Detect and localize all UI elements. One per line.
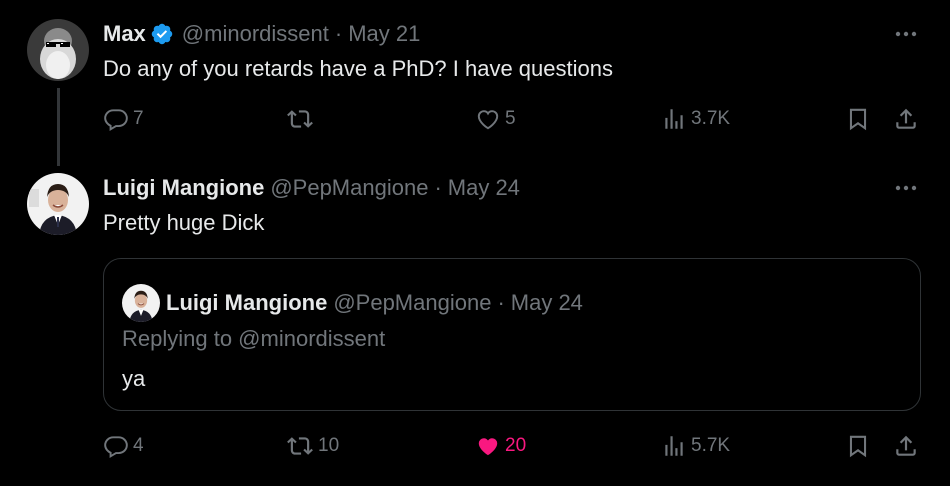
quoted-tweet[interactable]: Luigi Mangione @PepMangione · May 24 Rep… (103, 258, 921, 411)
author-name[interactable]: Max (103, 20, 146, 48)
separator-dot: · (497, 290, 505, 315)
reply-icon (103, 433, 129, 459)
share-icon (893, 433, 919, 459)
tweet-actions: 4 10 20 5.7K (103, 431, 923, 461)
views-count: 5.7K (691, 435, 731, 456)
retweet-button[interactable] (286, 104, 318, 134)
tweet-date[interactable]: May 24 (448, 174, 520, 202)
like-button[interactable]: 5 (475, 104, 516, 134)
thread-line (57, 88, 60, 166)
tweet-actions: 7 5 3.7K (103, 104, 923, 134)
retweet-button[interactable]: 10 (286, 431, 339, 461)
retweet-icon (286, 106, 314, 132)
tweet-text: Pretty huge Dick (103, 210, 265, 235)
more-icon[interactable] (892, 174, 920, 202)
share-button[interactable] (893, 431, 919, 461)
bookmark-icon (845, 106, 871, 132)
tweet-header: Luigi Mangione @PepMangione · May 24 (103, 174, 520, 202)
bookmark-button[interactable] (845, 431, 871, 461)
quoted-author-name[interactable]: Luigi Mangione (166, 289, 327, 317)
quoted-avatar[interactable] (122, 284, 160, 322)
views-button[interactable]: 3.7K (661, 104, 730, 134)
reply-icon (103, 106, 129, 132)
bookmark-icon (845, 433, 871, 459)
tweet-date[interactable]: May 21 (348, 20, 420, 48)
views-count: 3.7K (691, 108, 731, 129)
avatar-max[interactable] (27, 19, 89, 81)
reply-button[interactable]: 7 (103, 104, 144, 134)
like-button[interactable]: 20 (475, 431, 526, 461)
views-button[interactable]: 5.7K (661, 431, 730, 461)
reply-count: 4 (133, 435, 144, 456)
views-icon (661, 433, 687, 459)
like-count: 5 (505, 108, 516, 129)
separator-dot: · (334, 21, 343, 46)
views-icon (661, 106, 687, 132)
author-handle[interactable]: @minordissent (182, 20, 329, 48)
author-name[interactable]: Luigi Mangione (103, 174, 264, 202)
tweet-header: Max @minordissent · May 21 (103, 20, 420, 48)
verified-badge-icon[interactable] (150, 22, 174, 46)
tweet-max[interactable]: Max @minordissent · May 21 Do any of you… (0, 0, 950, 170)
reply-count: 7 (133, 108, 144, 129)
retweet-icon (286, 433, 314, 459)
share-button[interactable] (893, 104, 919, 134)
retweet-count: 10 (318, 435, 340, 456)
author-handle[interactable]: @PepMangione (270, 174, 428, 202)
avatar-luigi[interactable] (27, 173, 89, 235)
replying-to: Replying to @minordissent (122, 326, 386, 351)
quoted-tweet-header: Luigi Mangione @PepMangione · May 24 (122, 284, 583, 322)
quoted-tweet-text: ya (122, 366, 146, 391)
reply-button[interactable]: 4 (103, 431, 144, 461)
share-icon (893, 106, 919, 132)
bookmark-button[interactable] (845, 104, 871, 134)
more-icon[interactable] (892, 20, 920, 48)
quoted-author-handle[interactable]: @PepMangione (333, 289, 491, 317)
like-count: 20 (505, 435, 527, 456)
tweet-text: Do any of you retards have a PhD? I have… (103, 56, 613, 81)
like-icon (475, 106, 501, 132)
quoted-tweet-date[interactable]: May 24 (511, 289, 583, 317)
like-icon (475, 433, 501, 459)
separator-dot: · (434, 175, 442, 200)
